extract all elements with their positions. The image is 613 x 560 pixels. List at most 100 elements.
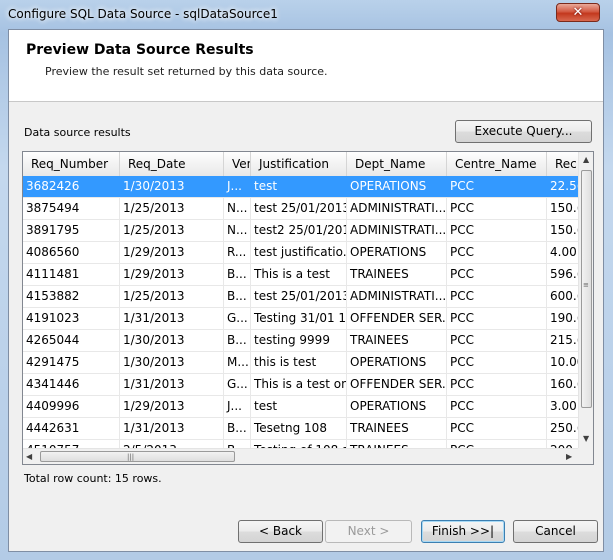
- table-cell[interactable]: 3891795: [23, 220, 120, 241]
- table-cell[interactable]: 1/31/2013: [120, 418, 224, 439]
- table-cell[interactable]: PCC: [447, 176, 547, 197]
- table-cell[interactable]: J...: [224, 176, 251, 197]
- table-cell[interactable]: 4409996: [23, 396, 120, 417]
- cancel-button[interactable]: Cancel: [513, 520, 598, 543]
- table-cell[interactable]: 4191023: [23, 308, 120, 329]
- table-cell[interactable]: R...: [224, 242, 251, 263]
- table-cell[interactable]: 1/31/2013: [120, 374, 224, 395]
- table-cell[interactable]: 4510757: [23, 440, 120, 448]
- title-bar[interactable]: Configure SQL Data Source - sqlDataSourc…: [0, 0, 613, 28]
- table-cell[interactable]: 4265044: [23, 330, 120, 351]
- scroll-left-icon[interactable]: ◀: [26, 452, 32, 462]
- table-cell[interactable]: 1/29/2013: [120, 264, 224, 285]
- table-row[interactable]: 4111481 1/29/2013 B... This is a test TRAINE…: [23, 264, 578, 286]
- next-button[interactable]: Next >: [325, 520, 412, 543]
- table-cell[interactable]: 4153882: [23, 286, 120, 307]
- table-cell[interactable]: test justificatio...: [251, 242, 347, 263]
- table-row[interactable]: 3875494 1/25/2013 N... test 25/01/2013 ADMIN…: [23, 198, 578, 220]
- table-row[interactable]: 4442631 1/31/2013 B... Tesetng 108 TRAINEES P…: [23, 418, 578, 440]
- table-cell[interactable]: This is a test on...: [251, 374, 347, 395]
- table-cell[interactable]: PCC: [447, 396, 547, 417]
- table-cell[interactable]: 600.(: [547, 286, 578, 307]
- table-cell[interactable]: B...: [224, 418, 251, 439]
- scroll-up-icon[interactable]: ▲: [583, 155, 589, 165]
- table-cell[interactable]: 3682426: [23, 176, 120, 197]
- table-cell[interactable]: 4291475: [23, 352, 120, 373]
- close-button[interactable]: ✕: [556, 3, 600, 22]
- vertical-scrollbar[interactable]: ▲ ≡ ▼: [578, 152, 593, 448]
- table-cell[interactable]: OPERATIONS: [347, 352, 447, 373]
- table-cell[interactable]: TRAINEES: [347, 330, 447, 351]
- table-cell[interactable]: 10.00: [547, 352, 578, 373]
- table-cell[interactable]: 4.00: [547, 242, 578, 263]
- table-cell[interactable]: G...: [224, 308, 251, 329]
- horizontal-scroll-thumb[interactable]: |||: [40, 451, 235, 462]
- table-cell[interactable]: PCC: [447, 418, 547, 439]
- table-row[interactable]: 4153882 1/25/2013 B... test 25/01/2013 ADMIN…: [23, 286, 578, 308]
- column-header[interactable]: Req_Number: [23, 152, 120, 176]
- table-cell[interactable]: Tesetng 108: [251, 418, 347, 439]
- table-cell[interactable]: 250.(: [547, 418, 578, 439]
- table-cell[interactable]: ADMINISTRATI...: [347, 220, 447, 241]
- table-cell[interactable]: 1/25/2013: [120, 286, 224, 307]
- table-cell[interactable]: 160.(: [547, 374, 578, 395]
- table-cell[interactable]: test 25/01/2013: [251, 286, 347, 307]
- table-cell[interactable]: 3.00: [547, 396, 578, 417]
- table-row[interactable]: 43414461/31/2013G...This is a test on...…: [23, 374, 578, 396]
- table-cell[interactable]: 150.(: [547, 198, 578, 219]
- table-cell[interactable]: G...: [224, 374, 251, 395]
- table-cell[interactable]: test: [251, 396, 347, 417]
- table-cell[interactable]: OFFENDER SER...: [347, 374, 447, 395]
- table-row[interactable]: 4086560 1/29/2013 R... test justificatio...…: [23, 242, 578, 264]
- table-row[interactable]: 4265044 1/30/2013 B... testing 9999 TRAINEES…: [23, 330, 578, 352]
- table-cell[interactable]: PCC: [447, 220, 547, 241]
- table-cell[interactable]: 4111481: [23, 264, 120, 285]
- table-cell[interactable]: test 25/01/2013: [251, 198, 347, 219]
- scroll-down-icon[interactable]: ▼: [583, 434, 589, 444]
- table-cell[interactable]: 1/31/2013: [120, 308, 224, 329]
- table-cell[interactable]: this is test: [251, 352, 347, 373]
- horizontal-scrollbar[interactable]: ◀ ||| ▶: [23, 448, 578, 464]
- column-header[interactable]: Req_Date: [120, 152, 224, 176]
- table-cell[interactable]: B...: [224, 286, 251, 307]
- table-row[interactable]: 3682426 1/30/2013 J... test OPERATIONS PCC 22.…: [23, 176, 578, 198]
- table-cell[interactable]: M...: [224, 352, 251, 373]
- table-cell[interactable]: B...: [224, 330, 251, 351]
- table-row[interactable]: 38917951/25/2013N...test2 25/01/2013ADMI…: [23, 220, 578, 242]
- table-cell[interactable]: 596.(: [547, 264, 578, 285]
- table-cell[interactable]: 215.(: [547, 330, 578, 351]
- vertical-scroll-thumb[interactable]: ≡: [581, 170, 592, 408]
- table-cell[interactable]: N...: [224, 198, 251, 219]
- results-grid[interactable]: Req_NumberReq_DateVenJustificationDept_N…: [22, 151, 594, 465]
- column-header[interactable]: Rec: [547, 152, 578, 176]
- table-cell[interactable]: 200.(: [547, 440, 578, 448]
- table-cell[interactable]: TRAINEES: [347, 418, 447, 439]
- table-cell[interactable]: 4341446: [23, 374, 120, 395]
- table-cell[interactable]: 1/30/2013: [120, 176, 224, 197]
- table-cell[interactable]: J...: [224, 396, 251, 417]
- table-cell[interactable]: PCC: [447, 308, 547, 329]
- back-button[interactable]: < Back: [238, 520, 323, 543]
- table-cell[interactable]: PCC: [447, 352, 547, 373]
- column-header[interactable]: Justification: [251, 152, 347, 176]
- table-row[interactable]: 41910231/31/2013G...Testing 31/01 1...OF…: [23, 308, 578, 330]
- table-cell[interactable]: PCC: [447, 440, 547, 448]
- table-cell[interactable]: OPERATIONS: [347, 242, 447, 263]
- table-cell[interactable]: 1/29/2013: [120, 242, 224, 263]
- column-header[interactable]: Centre_Name: [447, 152, 547, 176]
- table-cell[interactable]: OPERATIONS: [347, 176, 447, 197]
- table-cell[interactable]: 190.(: [547, 308, 578, 329]
- table-cell[interactable]: 150.(: [547, 220, 578, 241]
- table-cell[interactable]: OPERATIONS: [347, 396, 447, 417]
- table-cell[interactable]: 1/30/2013: [120, 330, 224, 351]
- execute-query-button[interactable]: Execute Query...: [455, 120, 592, 143]
- table-cell[interactable]: test2 25/01/2013: [251, 220, 347, 241]
- table-cell[interactable]: PCC: [447, 242, 547, 263]
- table-cell[interactable]: PCC: [447, 374, 547, 395]
- table-cell[interactable]: N...: [224, 220, 251, 241]
- table-cell[interactable]: testing 9999: [251, 330, 347, 351]
- table-row[interactable]: 4291475 1/30/2013 M... this is test OPERATIO…: [23, 352, 578, 374]
- table-cell[interactable]: B...: [224, 264, 251, 285]
- table-cell[interactable]: PCC: [447, 198, 547, 219]
- table-cell[interactable]: 22.5(: [547, 176, 578, 197]
